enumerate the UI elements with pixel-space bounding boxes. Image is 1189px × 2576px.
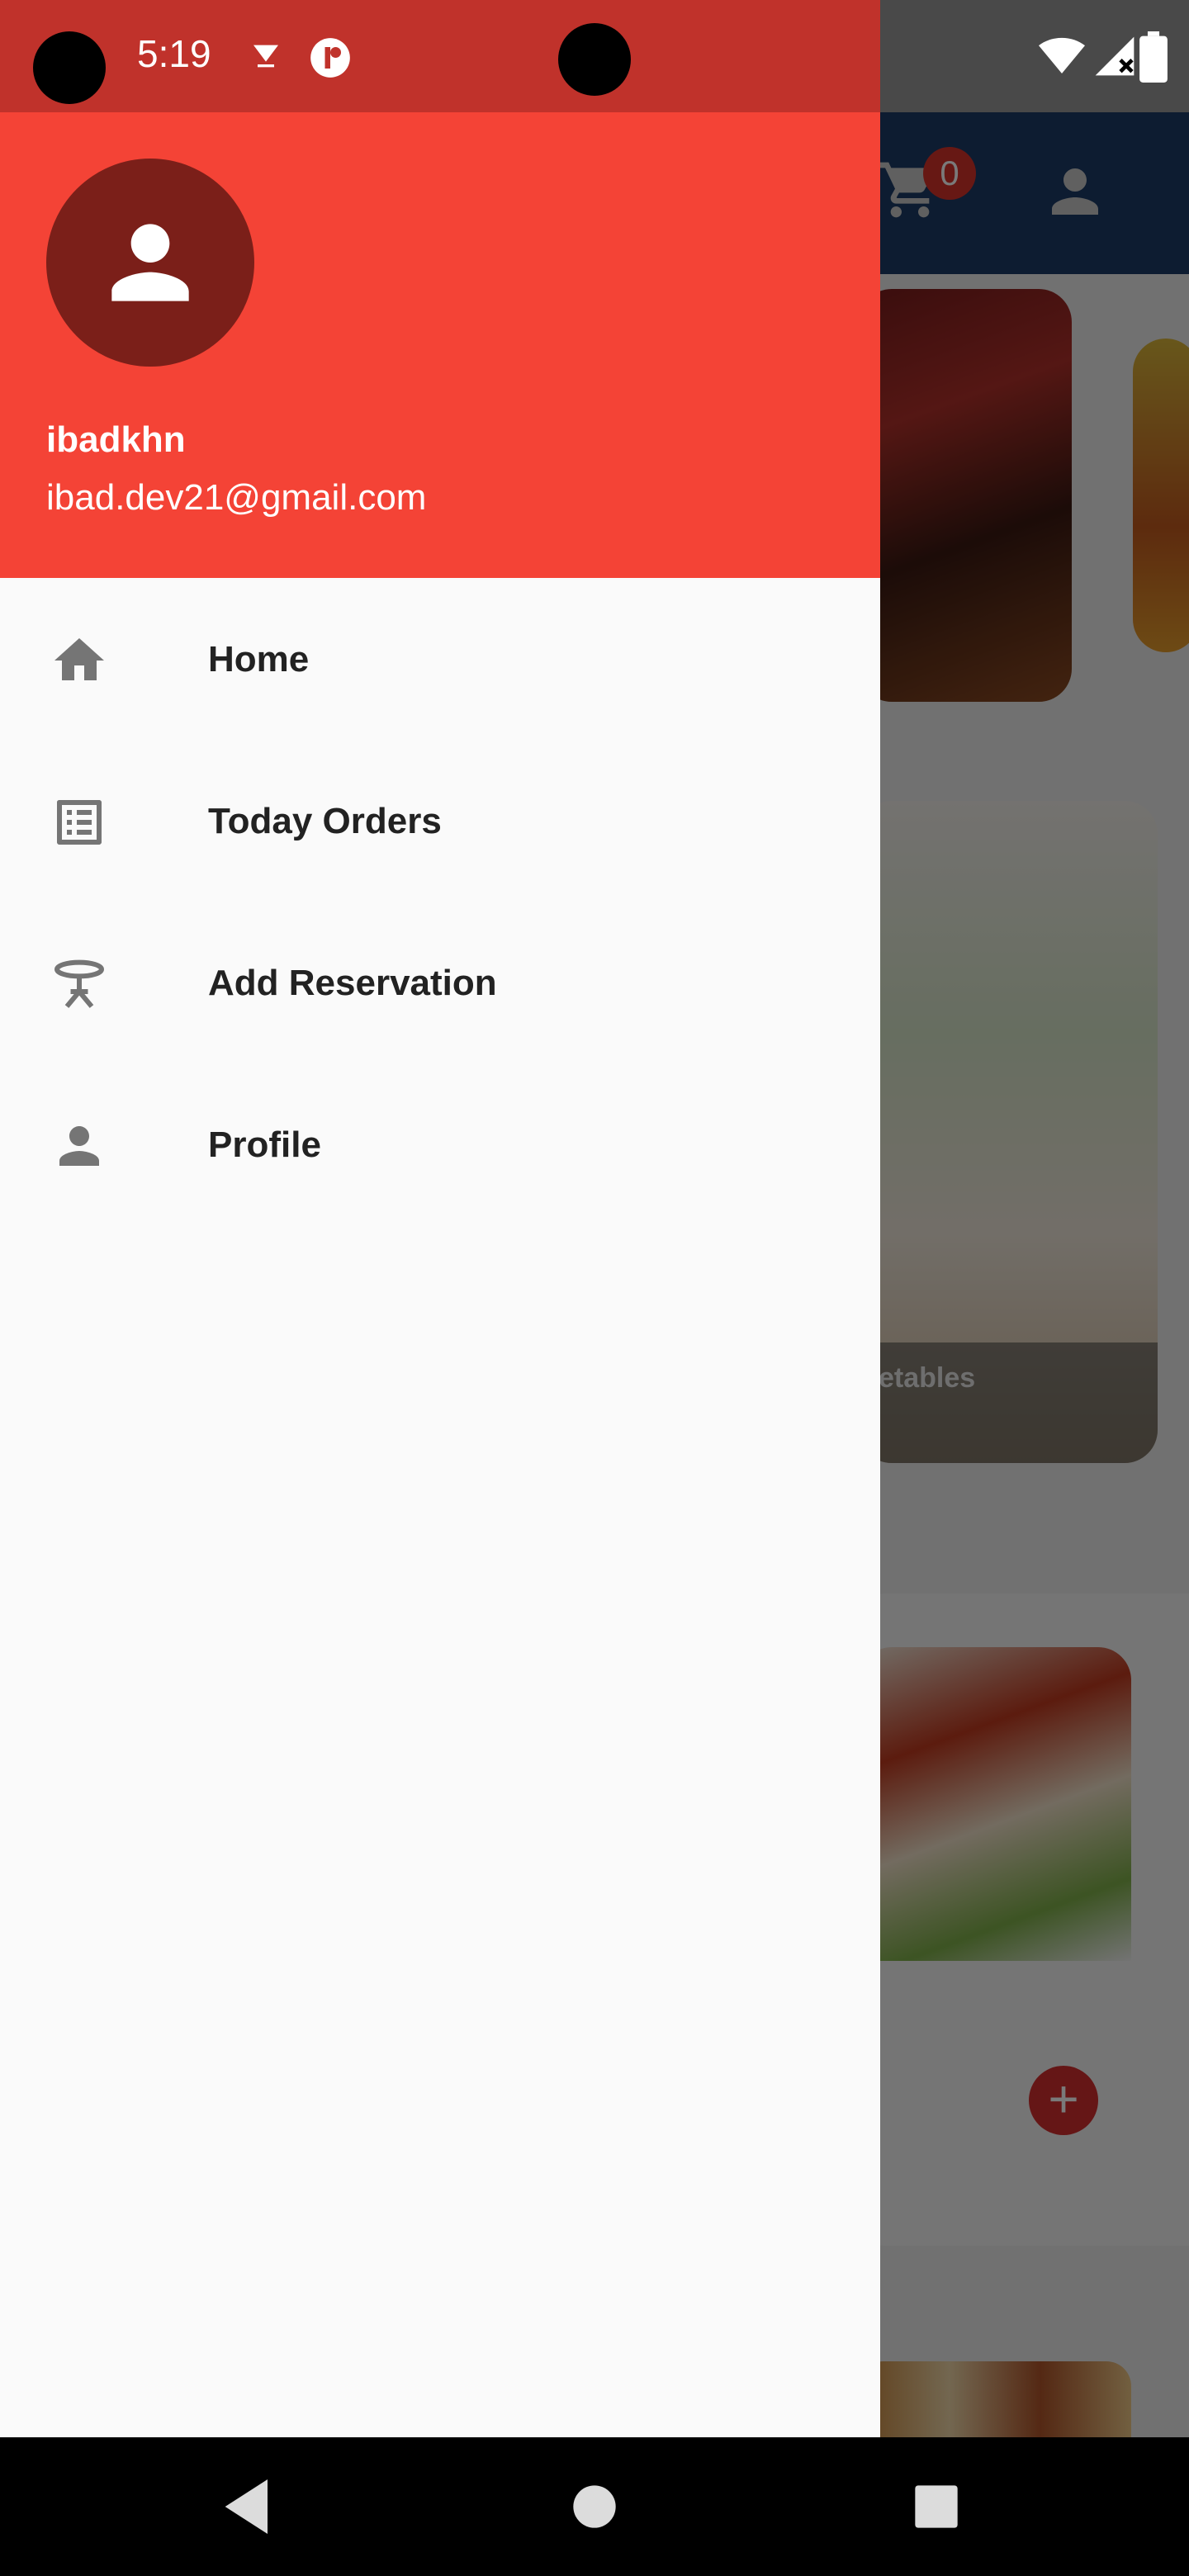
drawer-item-label: Home (208, 639, 310, 680)
drawer-item-home[interactable]: Home (0, 578, 880, 740)
system-nav-bar (0, 2437, 1189, 2576)
wifi-icon (1039, 37, 1085, 73)
battery-icon (1139, 31, 1168, 83)
drawer-menu: Home Today Orders Add Reservation Profil… (0, 578, 880, 1225)
person-icon (111, 224, 189, 301)
drawer-item-label: Profile (208, 1125, 321, 1165)
drawer-item-today-orders[interactable]: Today Orders (0, 740, 880, 902)
back-icon[interactable] (213, 2470, 286, 2543)
user-name: ibadkhn (46, 419, 186, 460)
status-time: 5:19 (137, 32, 211, 75)
drawer-header: ibadkhn ibad.dev21@gmail.com (0, 112, 880, 578)
user-email: ibad.dev21@gmail.com (46, 477, 427, 518)
person-icon (59, 1126, 99, 1166)
home-circle-icon[interactable] (558, 2470, 631, 2543)
drawer-item-label: Today Orders (208, 801, 442, 841)
signal-icon (1095, 36, 1135, 76)
recents-icon[interactable] (900, 2470, 973, 2543)
notification-v-icon (253, 45, 278, 68)
screen: 0 etables + 5:19 (0, 0, 1189, 2576)
drawer-item-profile[interactable]: Profile (0, 1063, 880, 1225)
table-icon (54, 959, 104, 1008)
list-icon (57, 800, 102, 845)
app-r-icon (310, 38, 350, 78)
status-bar (0, 0, 880, 112)
camera-cutout (33, 31, 106, 104)
drawer-item-add-reservation[interactable]: Add Reservation (0, 902, 880, 1063)
home-icon (54, 638, 104, 680)
camera-cutout-center (558, 23, 631, 96)
navigation-drawer: ibadkhn ibad.dev21@gmail.com Home Today … (0, 112, 880, 2437)
drawer-item-label: Add Reservation (208, 963, 497, 1003)
avatar[interactable] (46, 159, 254, 367)
